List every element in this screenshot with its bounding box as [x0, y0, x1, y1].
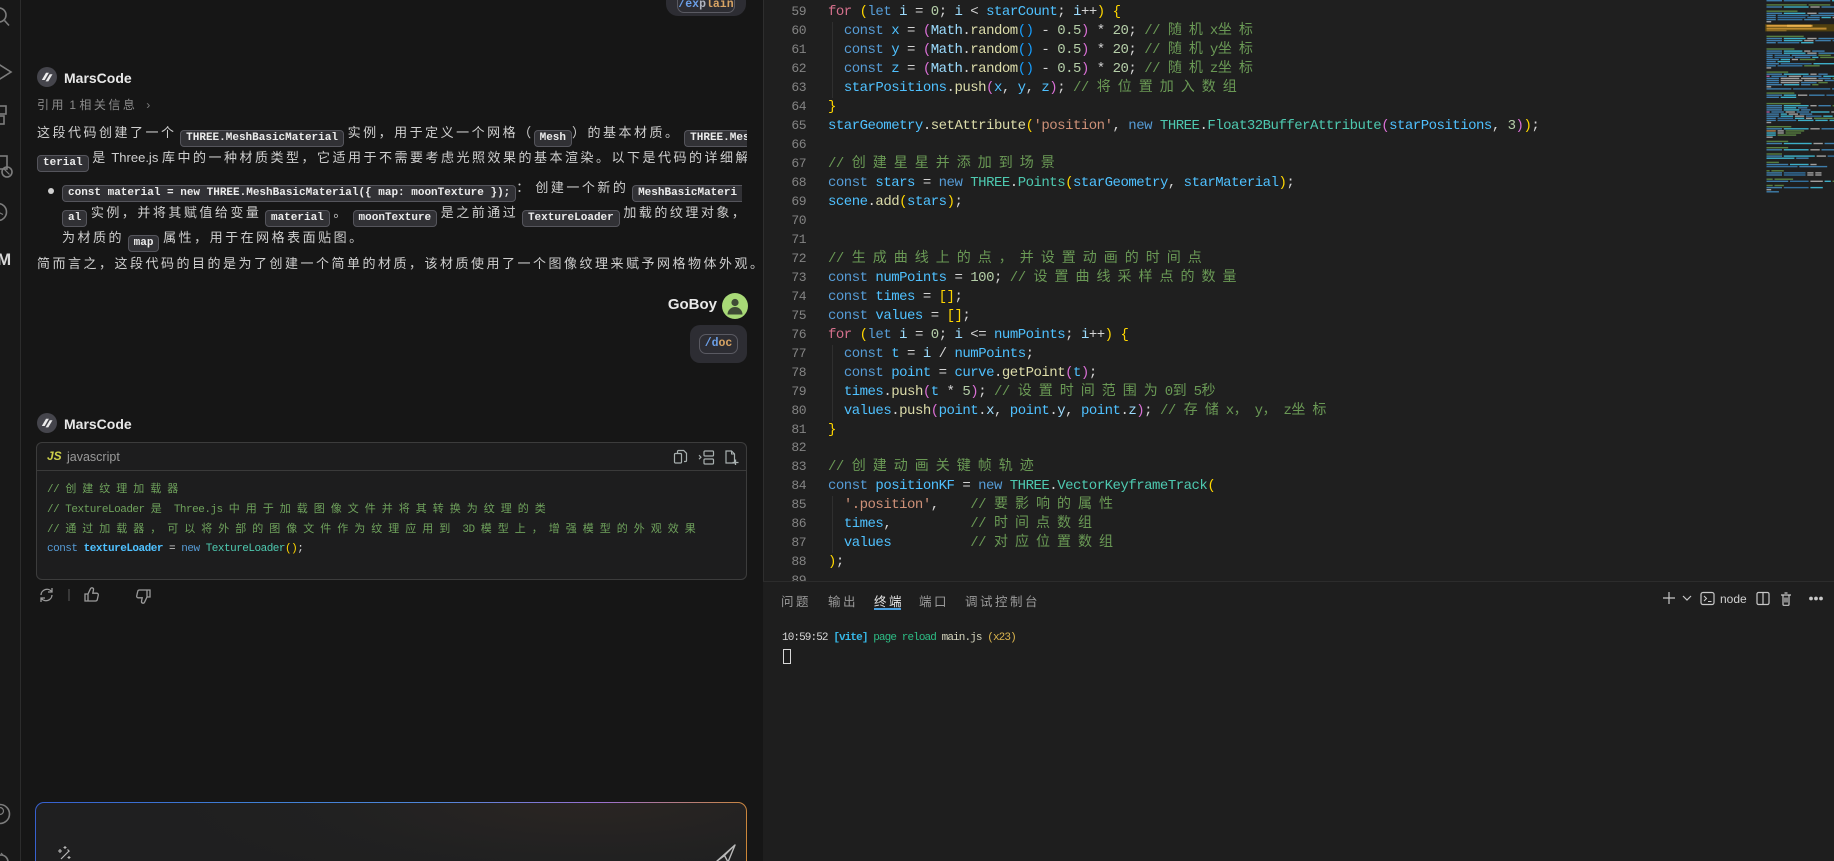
svg-text:M: M — [0, 250, 11, 269]
svg-text:node: node — [1720, 592, 1747, 606]
